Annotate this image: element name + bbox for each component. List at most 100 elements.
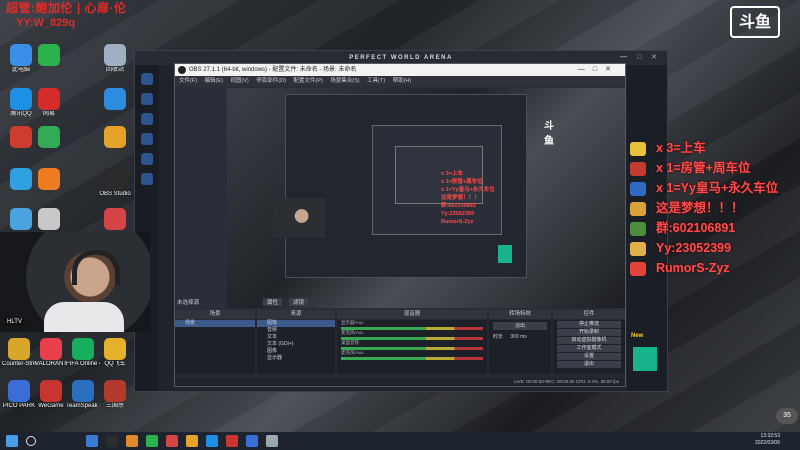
obs-titlebar[interactable]: OBS 27.1.1 (64-bit, windows) - 配置文件: 未命名… <box>175 64 625 76</box>
duration-value[interactable]: 300 ms <box>510 334 526 340</box>
desktop-icon-label: PICO PARK <box>2 403 36 409</box>
app-icon <box>10 88 32 110</box>
home-icon[interactable] <box>141 73 153 85</box>
desktop-icon[interactable] <box>98 88 132 111</box>
desktop-icon-label: 三国杀 <box>105 403 124 409</box>
obs-menubar[interactable]: 文件(F) 编辑(E) 视图(V) 停靠部件(D) 配置文件(P) 场景集合(S… <box>175 76 625 86</box>
desktop-icon[interactable]: FIFA Online 4 <box>66 338 100 368</box>
gift-icon <box>630 221 646 236</box>
desktop-icon[interactable] <box>98 126 132 149</box>
volume-meter[interactable] <box>341 357 483 360</box>
overlay-line-text: x 3=上车 <box>656 141 706 155</box>
desktop-icon[interactable] <box>32 208 66 231</box>
desktop-icon[interactable] <box>32 126 66 149</box>
obs-window-controls[interactable]: —□✕ <box>578 64 619 76</box>
taskbar-app-icon[interactable] <box>86 435 98 447</box>
source-item[interactable]: 文本 (GDI+) <box>257 341 335 348</box>
desktop-icon[interactable] <box>32 44 66 67</box>
match-icon[interactable] <box>141 93 153 105</box>
ad-thumbnail[interactable] <box>633 347 657 371</box>
source-item[interactable]: 显示器 <box>257 355 335 362</box>
start-icon[interactable] <box>6 435 18 447</box>
desktop-icon[interactable]: 网易 <box>32 88 66 118</box>
volume-meter[interactable] <box>341 327 483 330</box>
filters-button[interactable]: 滤镜 <box>289 298 309 306</box>
desktop-icon[interactable]: 回收站 <box>98 44 132 74</box>
taskbar-app-icon[interactable] <box>166 435 178 447</box>
app-icon <box>38 208 60 230</box>
control-button[interactable]: 工作室模式 <box>557 345 621 352</box>
app-icon <box>72 338 94 360</box>
app-icon <box>8 338 30 360</box>
taskbar-app-icon[interactable] <box>246 435 258 447</box>
desktop-icon[interactable]: QQ飞车 <box>98 338 132 368</box>
taskbar-app-icon[interactable] <box>266 435 278 447</box>
desktop-icon[interactable]: Counter-Strike: Global Off... <box>2 338 36 368</box>
preview-teal-block <box>498 245 512 263</box>
taskbar-app-icon[interactable] <box>206 435 218 447</box>
window-controls[interactable]: — □ ✕ <box>620 51 661 65</box>
mixer-channel-label: 显示器/Aux <box>341 320 364 325</box>
volume-meter[interactable] <box>341 337 483 340</box>
obs-docks: 场景 场景 来源 图像 音频 文本 文本 (GDI+) 图像 显示器 混音器 显示器/Au… <box>175 310 625 386</box>
duration-row[interactable]: 时长 300 ms <box>493 333 547 340</box>
scene-item[interactable]: 场景 <box>175 320 255 327</box>
app-icon <box>40 338 62 360</box>
webcam-feed: HLTV <box>0 232 150 332</box>
obs-window[interactable]: OBS 27.1.1 (64-bit, windows) - 配置文件: 未命名… <box>174 63 626 387</box>
obs-title: OBS 27.1.1 (64-bit, windows) - 配置文件: 未命名… <box>189 67 357 73</box>
source-item[interactable]: 音频 <box>257 327 335 334</box>
volume-meter[interactable] <box>341 347 483 350</box>
taskbar[interactable]: 13:32:53 2022/03/06 <box>0 432 800 450</box>
control-button[interactable]: 启动虚拟摄像机 <box>557 337 621 344</box>
control-button[interactable]: 退出 <box>557 361 621 368</box>
viewer-counter-badge[interactable]: 35 <box>776 408 798 424</box>
clock-time: 13:32:53 <box>760 433 780 439</box>
desktop-icon[interactable] <box>98 208 132 231</box>
control-button[interactable]: 停止推流 <box>557 321 621 328</box>
profile-icon[interactable] <box>141 173 153 185</box>
transitions-dock-title: 转场特效 <box>489 310 551 319</box>
app-icon <box>104 126 126 148</box>
preview-douyu-logo: 斗鱼 <box>544 121 554 147</box>
desktop-icon[interactable]: PICO PARK <box>2 380 36 410</box>
transition-select[interactable]: 淡出 <box>493 322 547 330</box>
source-item[interactable]: 图像 <box>257 320 335 327</box>
overlay-line-text: x 1=房管+周车位 <box>656 161 751 175</box>
store-icon[interactable] <box>141 133 153 145</box>
desktop-icon[interactable]: TeamSpeak 3 <box>66 380 100 410</box>
transitions-panel[interactable]: 淡出 时长 300 ms <box>489 320 551 374</box>
properties-button[interactable]: 属性 <box>263 298 283 306</box>
ad-badge: New <box>631 333 644 339</box>
desktop-icon[interactable] <box>32 168 66 191</box>
sources-panel[interactable]: 图像 音频 文本 文本 (GDI+) 图像 显示器 <box>257 320 335 374</box>
source-item[interactable]: 文本 <box>257 334 335 341</box>
search-icon[interactable] <box>26 436 36 446</box>
mixer-panel[interactable]: 显示器/Aux 麦克风/Aux 桌面音频 麦克风/Aux <box>337 320 487 374</box>
desktop-icon[interactable]: VALORANT <box>34 338 68 368</box>
webcam-tag: HLTV <box>4 318 25 326</box>
desktop-icon[interactable]: 三国杀 <box>98 380 132 410</box>
app-icon <box>38 44 60 66</box>
overlay-line: x 1=房管+周车位 <box>630 158 778 178</box>
desktop-icon[interactable]: WeGame <box>34 380 68 410</box>
settings-icon[interactable] <box>141 153 153 165</box>
taskbar-app-icon[interactable] <box>146 435 158 447</box>
control-button[interactable]: 开始录制 <box>557 329 621 336</box>
friends-icon[interactable] <box>141 113 153 125</box>
taskbar-app-icon[interactable] <box>106 435 118 447</box>
app-icon <box>104 380 126 402</box>
app-icon <box>104 168 126 190</box>
controls-panel[interactable]: 停止推流 开始录制 启动虚拟摄像机 工作室模式 设置 退出 <box>553 320 625 374</box>
taskbar-app-icon[interactable] <box>126 435 138 447</box>
clock[interactable]: 13:32:53 2022/03/06 <box>740 433 780 447</box>
obs-preview[interactable]: 斗鱼 x 3=上车 x 1=房管+周车位 x 1=Yy皇马+永久车位 这是梦想！… <box>227 88 625 308</box>
source-item[interactable]: 图像 <box>257 348 335 355</box>
taskbar-app-icon[interactable] <box>186 435 198 447</box>
app-sidebar[interactable] <box>135 65 159 391</box>
taskbar-app-icon[interactable] <box>226 435 238 447</box>
desktop-icon[interactable]: OBS Studio <box>98 168 132 198</box>
overlay-line: 这是梦想！！！ <box>630 198 778 218</box>
scenes-panel[interactable]: 场景 <box>175 320 255 374</box>
control-button[interactable]: 设置 <box>557 353 621 360</box>
